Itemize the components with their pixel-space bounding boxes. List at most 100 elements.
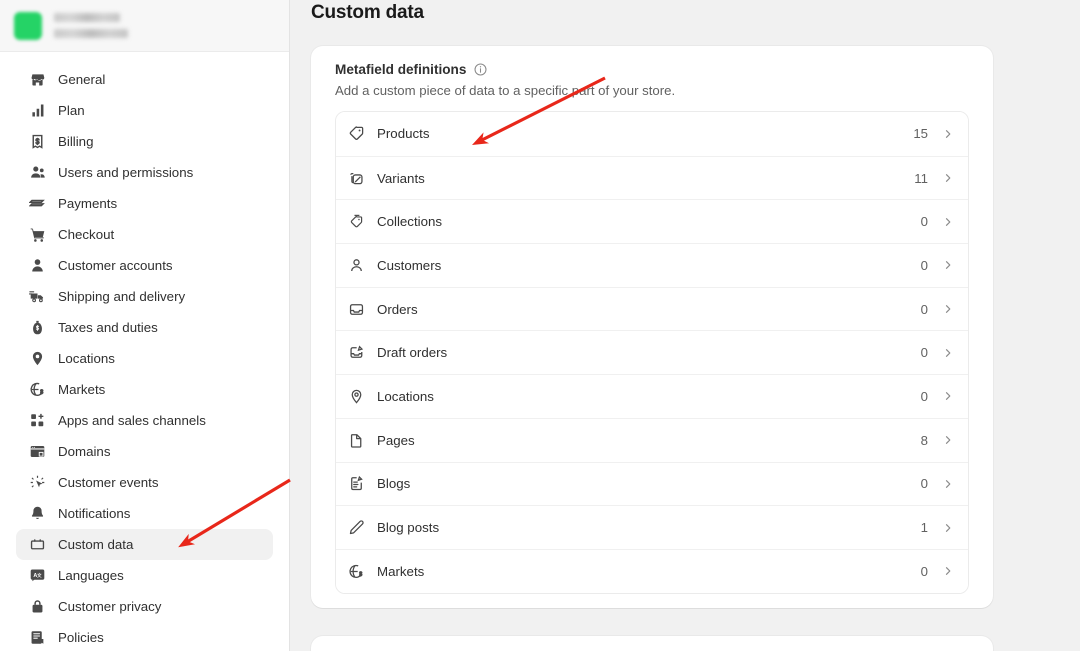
list-item-products[interactable]: Products 15: [336, 112, 968, 156]
sidebar-item-label: Notifications: [58, 506, 130, 521]
chevron-right-icon[interactable]: [942, 434, 954, 446]
chevron-right-icon[interactable]: [942, 259, 954, 271]
info-circle-icon[interactable]: [473, 62, 488, 77]
card-subtitle: Add a custom piece of data to a specific…: [335, 83, 969, 98]
page-icon: [347, 431, 366, 450]
chevron-right-icon[interactable]: [942, 303, 954, 315]
list-item-draft-orders[interactable]: Draft orders 0: [336, 330, 968, 374]
row-label: Pages: [377, 433, 921, 448]
row-label: Customers: [377, 258, 921, 273]
chevron-right-icon[interactable]: [942, 478, 954, 490]
receipt-dollar-icon: [28, 133, 46, 151]
sidebar-item-taxes-and-duties[interactable]: Taxes and duties: [16, 312, 273, 343]
chevron-right-icon[interactable]: [942, 390, 954, 402]
row-count: 11: [914, 171, 928, 186]
sidebar-item-label: Payments: [58, 196, 117, 211]
row-label: Locations: [377, 389, 921, 404]
sidebar-item-label: Billing: [58, 134, 93, 149]
sidebar-item-label: Locations: [58, 351, 115, 366]
list-item-locations[interactable]: Locations 0: [336, 374, 968, 418]
sidebar-item-policies[interactable]: Policies: [16, 622, 273, 651]
order-inbox-icon: [347, 300, 366, 319]
chevron-right-icon[interactable]: [942, 347, 954, 359]
sidebar-item-label: Customer accounts: [58, 258, 173, 273]
list-item-collections[interactable]: Collections 0: [336, 199, 968, 243]
pencil-icon: [347, 518, 366, 537]
row-count: 0: [921, 476, 928, 491]
sidebar-item-billing[interactable]: Billing: [16, 126, 273, 157]
location-pin-icon: [347, 387, 366, 406]
sidebar-item-label: Customer privacy: [58, 599, 161, 614]
payments-icon: [28, 195, 46, 213]
sidebar-item-custom-data[interactable]: Custom data: [16, 529, 273, 560]
sidebar-item-users-and-permissions[interactable]: Users and permissions: [16, 157, 273, 188]
sidebar-item-customer-accounts[interactable]: Customer accounts: [16, 250, 273, 281]
delivery-truck-icon: [28, 288, 46, 306]
list-item-pages[interactable]: Pages 8: [336, 418, 968, 462]
chevron-right-icon[interactable]: [942, 172, 954, 184]
sidebar-item-label: Plan: [58, 103, 85, 118]
list-item-markets[interactable]: Markets 0: [336, 549, 968, 593]
lock-icon: [28, 598, 46, 616]
sidebar-item-locations[interactable]: Locations: [16, 343, 273, 374]
sidebar-item-label: Checkout: [58, 227, 114, 242]
list-item-orders[interactable]: Orders 0: [336, 287, 968, 331]
variant-icon: [347, 169, 366, 188]
svg-text:文: 文: [37, 572, 42, 579]
row-label: Blogs: [377, 476, 921, 491]
store-name-redaction: [54, 13, 120, 22]
sidebar-item-label: Users and permissions: [58, 165, 193, 180]
translate-icon: A文: [28, 567, 46, 585]
chevron-right-icon[interactable]: [942, 565, 954, 577]
row-label: Draft orders: [377, 345, 921, 360]
sidebar-item-markets[interactable]: Markets: [16, 374, 273, 405]
list-item-customers[interactable]: Customers 0: [336, 243, 968, 287]
row-count: 15: [913, 126, 928, 141]
sidebar-item-apps-and-sales-channels[interactable]: Apps and sales channels: [16, 405, 273, 436]
settings-sidebar: General Plan Billing Users and permissio…: [0, 0, 290, 651]
sidebar-item-general[interactable]: General: [16, 64, 273, 95]
bell-icon: [28, 505, 46, 523]
sidebar-item-domains[interactable]: Domains: [16, 436, 273, 467]
row-label: Blog posts: [377, 520, 921, 535]
main-content: Custom data Metafield definitions Add a …: [290, 0, 1080, 651]
sidebar-item-languages[interactable]: A文 Languages: [16, 560, 273, 591]
sidebar-item-label: Apps and sales channels: [58, 413, 206, 428]
sidebar-item-plan[interactable]: Plan: [16, 95, 273, 126]
sidebar-item-checkout[interactable]: Checkout: [16, 219, 273, 250]
chevron-right-icon[interactable]: [942, 522, 954, 534]
chevron-right-icon[interactable]: [942, 216, 954, 228]
list-item-blog-posts[interactable]: Blog posts 1: [336, 505, 968, 549]
sidebar-item-label: Taxes and duties: [58, 320, 158, 335]
store-icon: [28, 71, 46, 89]
sidebar-item-shipping-and-delivery[interactable]: Shipping and delivery: [16, 281, 273, 312]
sidebar-item-customer-privacy[interactable]: Customer privacy: [16, 591, 273, 622]
sidebar-item-label: Markets: [58, 382, 105, 397]
store-header[interactable]: [0, 0, 289, 52]
sidebar-item-payments[interactable]: Payments: [16, 188, 273, 219]
sidebar-item-label: Languages: [58, 568, 124, 583]
row-label: Collections: [377, 214, 921, 229]
row-count: 8: [921, 433, 928, 448]
click-cursor-icon: [28, 474, 46, 492]
sidebar-item-customer-events[interactable]: Customer events: [16, 467, 273, 498]
sidebar-item-label: General: [58, 72, 105, 87]
list-item-variants[interactable]: Variants 11: [336, 156, 968, 200]
person-icon: [347, 256, 366, 275]
sidebar-item-notifications[interactable]: Notifications: [16, 498, 273, 529]
custom-data-icon: [28, 536, 46, 554]
row-count: 0: [921, 302, 928, 317]
cart-icon: [28, 226, 46, 244]
row-label: Variants: [377, 171, 914, 186]
list-item-blogs[interactable]: Blogs 0: [336, 462, 968, 506]
tag-icon: [347, 124, 366, 143]
row-count: 0: [921, 389, 928, 404]
location-pin-icon: [28, 350, 46, 368]
globe-dollar-icon: [347, 562, 366, 581]
tax-icon: [28, 319, 46, 337]
row-count: 0: [921, 258, 928, 273]
chevron-right-icon[interactable]: [942, 128, 954, 140]
card-header: Metafield definitions Add a custom piece…: [311, 62, 993, 98]
row-count: 0: [921, 564, 928, 579]
apps-grid-plus-icon: [28, 412, 46, 430]
